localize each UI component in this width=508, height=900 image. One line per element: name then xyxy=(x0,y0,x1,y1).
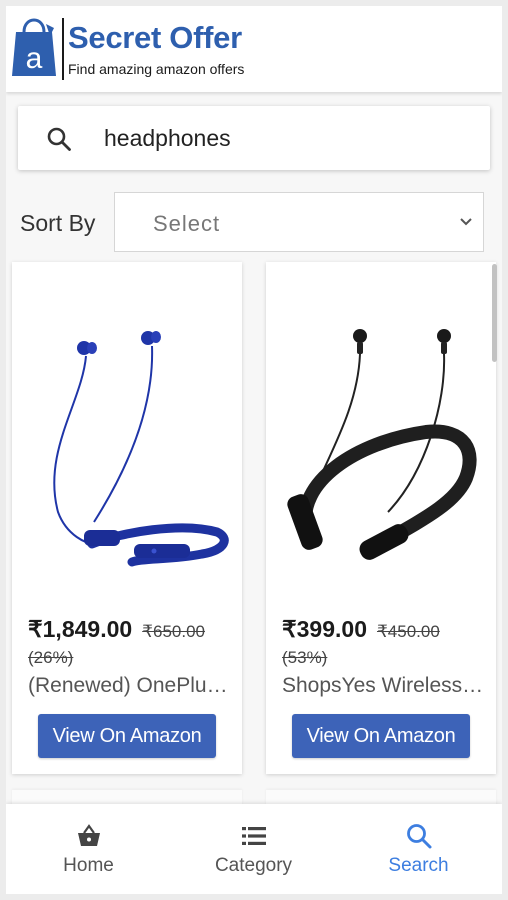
view-on-amazon-button[interactable]: View On Amazon xyxy=(38,714,216,758)
nav-item-category[interactable]: Category xyxy=(171,804,336,894)
product-discount: (53%) xyxy=(282,648,328,667)
logo-tagline: Find amazing amazon offers xyxy=(68,61,245,77)
svg-text:a: a xyxy=(26,42,43,75)
bottom-navigation: Home Category Search xyxy=(6,804,502,894)
nav-label-category: Category xyxy=(214,855,293,876)
product-title[interactable]: (Renewed) OnePlus Bullets Wireless Z xyxy=(28,674,234,698)
product-price: ₹1,849.00 xyxy=(28,616,133,642)
product-image xyxy=(53,331,229,567)
chevron-down-icon xyxy=(460,218,472,226)
search-icon xyxy=(407,824,432,849)
sort-select[interactable]: Select xyxy=(114,192,484,252)
shopping-bag-logo-icon: a xyxy=(12,18,56,76)
scrollbar-thumb[interactable] xyxy=(492,264,497,362)
search-bar[interactable]: headphones xyxy=(18,106,490,170)
price-row: ₹1,849.00 ₹650.00 xyxy=(28,616,240,643)
sort-by-label: Sort By xyxy=(20,210,96,236)
price-row: ₹399.00 ₹450.00 xyxy=(282,616,494,643)
sort-select-value: Select xyxy=(153,211,221,236)
view-on-amazon-button[interactable]: View On Amazon xyxy=(292,714,470,758)
product-mrp: ₹450.00 xyxy=(376,622,440,641)
search-input[interactable]: headphones xyxy=(104,125,231,152)
nav-label-home: Home xyxy=(63,855,114,876)
app-header: a Secret Offer Find amazing amazon offer… xyxy=(6,6,502,92)
product-discount: (26%) xyxy=(28,648,74,667)
logo-title: Secret Offer xyxy=(68,20,242,55)
nav-label-search: Search xyxy=(388,855,449,876)
list-icon xyxy=(242,827,266,845)
nav-item-home[interactable]: Home xyxy=(6,804,171,894)
product-price: ₹399.00 xyxy=(282,616,367,642)
nav-item-search[interactable]: Search xyxy=(336,804,501,894)
logo-divider xyxy=(62,18,64,80)
search-icon xyxy=(47,127,71,151)
product-image xyxy=(287,329,477,560)
app-screen: a Secret Offer Find amazing amazon offer… xyxy=(6,6,502,894)
product-title[interactable]: ShopsYes Wireless Neckband Earphones xyxy=(282,674,488,698)
product-card[interactable]: ₹1,849.00 ₹650.00 (26%) (Renewed) OnePlus… xyxy=(12,262,242,774)
basket-icon xyxy=(78,824,100,846)
product-card[interactable]: ₹399.00 ₹450.00 (53%) ShopsYes Wireless N… xyxy=(266,262,496,774)
product-mrp: ₹650.00 xyxy=(142,622,205,641)
